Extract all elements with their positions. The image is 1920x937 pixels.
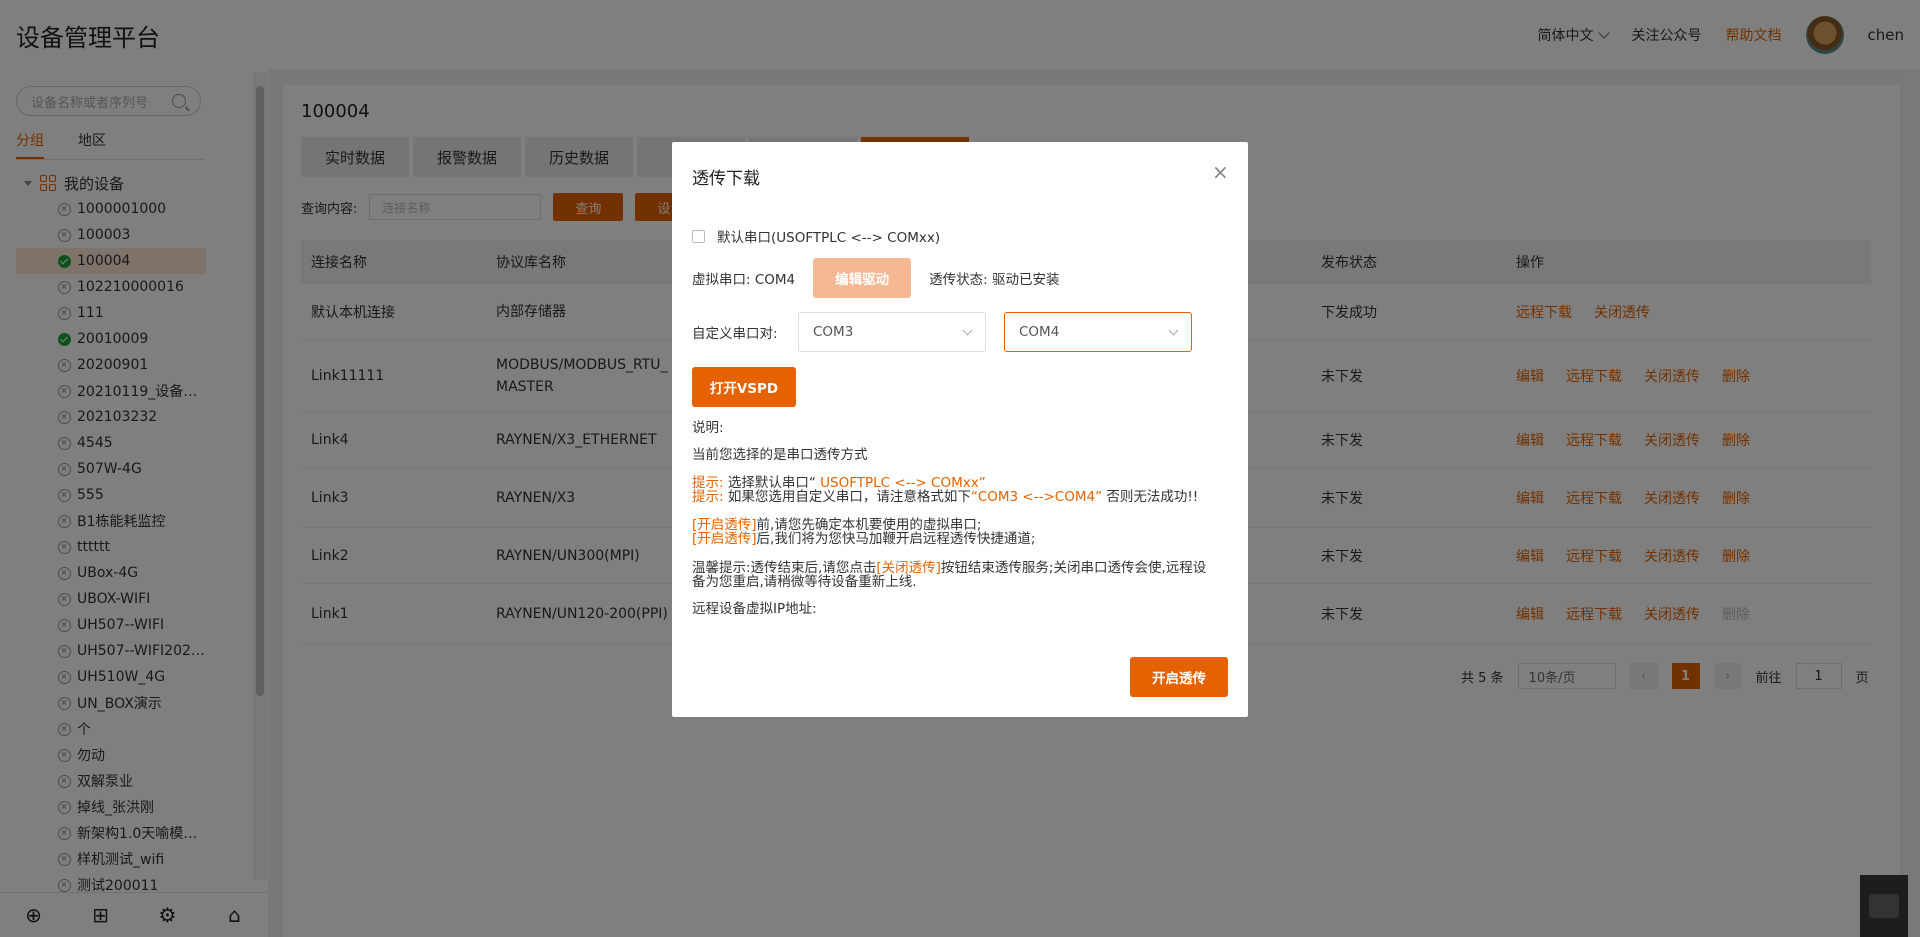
warm-tip-line-1: 温馨提示:透传结束后,请您点击[关闭透传]按钮结束透传服务;关闭串口透传会使,远… xyxy=(692,561,1206,575)
close-icon[interactable]: × xyxy=(1212,160,1229,184)
desc-title: 说明: xyxy=(692,420,724,436)
tip-1: 提示: 选择默认串口“ USOFTPLC <--> COMxx” xyxy=(692,476,986,490)
tip-2: 提示: 如果您选用自定义串口，请注意格式如下“COM3 <-->COM4” 否则… xyxy=(692,490,1198,504)
default-port-checkbox[interactable] xyxy=(692,229,705,243)
desc-mode: 当前您选择的是串口透传方式 xyxy=(692,447,868,463)
default-port-label: 默认串口(USOFTPLC <--> COMxx) xyxy=(717,230,941,246)
warm-tail-1: 按钮结束透传服务;关闭串口透传会使,远程设 xyxy=(940,560,1207,576)
dialog-title: 透传下载 xyxy=(692,169,760,189)
virtual-port-row: 虚拟串口: COM4 编辑驱动 透传状态: 驱动已安装 xyxy=(692,258,1059,298)
port-a-value: COM3 xyxy=(813,324,854,340)
open-note-2-text: 后,我们将为您快马加鞭开启远程透传快捷通道; xyxy=(756,531,1036,547)
port-b-value: COM4 xyxy=(1019,324,1060,340)
custom-pair-row: 自定义串口对: COM3 COM4 xyxy=(692,312,1192,352)
driver-status: 透传状态: 驱动已安装 xyxy=(929,272,1060,288)
port-a-select[interactable]: COM3 xyxy=(798,312,986,352)
open-note-1: [开启透传]前,请您先确定本机要使用的虚拟串口; xyxy=(692,518,981,532)
virtual-port-label: 虚拟串口: COM4 xyxy=(692,272,796,288)
start-passthrough-button[interactable]: 开启透传 xyxy=(1130,657,1228,697)
chat-widget[interactable] xyxy=(1860,875,1908,937)
edit-driver-button[interactable]: 编辑驱动 xyxy=(813,258,912,298)
open-tag-2: [开启透传] xyxy=(692,531,757,547)
warm-tip-line-2: 备为您重启,请稍微等待设备重新上线. xyxy=(692,574,917,590)
default-port-row: 默认串口(USOFTPLC <--> COMxx) xyxy=(692,226,940,246)
chevron-down-icon xyxy=(962,325,973,335)
vspd-row: 打开VSPD xyxy=(692,367,796,407)
custom-pair-label: 自定义串口对: xyxy=(692,326,778,342)
chat-icon xyxy=(1869,894,1899,918)
tip-2-tail: 否则无法成功!! xyxy=(1102,489,1199,505)
tip-2-highlight: “COM3 <-->COM4” xyxy=(970,489,1103,505)
tip-2-prefix: 提示: xyxy=(692,489,724,505)
passthrough-download-dialog: 透传下载 × 默认串口(USOFTPLC <--> COMxx) 虚拟串口: C… xyxy=(672,142,1248,717)
open-note-2: [开启透传]后,我们将为您快马加鞭开启远程透传快捷通道; xyxy=(692,532,1035,546)
port-b-select[interactable]: COM4 xyxy=(1004,312,1192,352)
open-vspd-button[interactable]: 打开VSPD xyxy=(692,367,796,407)
chevron-down-icon xyxy=(1168,325,1179,335)
tip-2-text: 如果您选用自定义串口，请注意格式如下 xyxy=(723,489,971,505)
remote-ip-label: 远程设备虚拟IP地址: xyxy=(692,601,817,617)
